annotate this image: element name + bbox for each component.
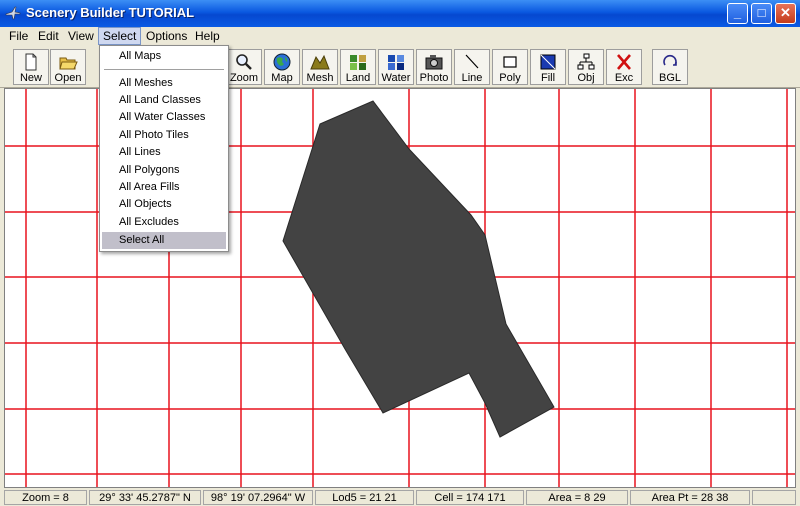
water-icon [388, 55, 404, 70]
exc-button[interactable]: Exc [606, 49, 642, 85]
map-button[interactable]: Map [264, 49, 300, 85]
menu-options[interactable]: Options [142, 28, 191, 44]
close-button[interactable]: ✕ [775, 3, 796, 24]
menu-item-all-maps[interactable]: All Maps [102, 48, 226, 65]
mesh-icon [310, 54, 330, 70]
photo-label: Photo [419, 72, 449, 84]
menu-select[interactable]: Select [97, 27, 142, 45]
line-icon [465, 54, 479, 69]
new-label: New [19, 72, 42, 84]
status-longitude: 98° 19' 07.2964" W [203, 490, 313, 505]
airplane-icon [5, 6, 21, 20]
fill-icon [540, 54, 556, 70]
status-area-pt: Area Pt = 28 38 [630, 490, 750, 505]
camera-icon [425, 55, 443, 70]
menu-item-select-all[interactable]: Select All [102, 232, 226, 249]
menu-item-all-meshes[interactable]: All Meshes [102, 75, 226, 92]
polygon-icon [503, 56, 517, 68]
window-title: Scenery Builder TUTORIAL [26, 5, 195, 20]
menu-item-all-objects[interactable]: All Objects [102, 196, 226, 213]
zoom-button[interactable]: Zoom [226, 49, 262, 85]
maximize-button[interactable]: □ [751, 3, 772, 24]
mesh-button[interactable]: Mesh [302, 49, 338, 85]
mesh-label: Mesh [306, 72, 334, 84]
line-button[interactable]: Line [454, 49, 490, 85]
menu-view[interactable]: View [64, 28, 98, 44]
water-label: Water [381, 72, 411, 84]
menu-item-all-water-classes[interactable]: All Water Classes [102, 109, 226, 126]
menu-item-all-lines[interactable]: All Lines [102, 144, 226, 161]
menu-item-all-area-fills[interactable]: All Area Fills [102, 179, 226, 196]
status-bar: Zoom = 8 29° 33' 45.2787" N 98° 19' 07.2… [0, 488, 800, 506]
map-label: Map [271, 72, 293, 84]
land-button[interactable]: Land [340, 49, 376, 85]
open-button[interactable]: Open [50, 49, 86, 85]
status-area: Area = 8 29 [526, 490, 628, 505]
poly-button[interactable]: Poly [492, 49, 528, 85]
obj-label: Obj [577, 72, 595, 84]
land-label: Land [345, 72, 371, 84]
status-lod5: Lod5 = 21 21 [315, 490, 414, 505]
new-button[interactable]: New [13, 49, 49, 85]
menu-file[interactable]: File [5, 28, 32, 44]
open-label: Open [54, 72, 82, 84]
magnifier-icon [236, 54, 252, 70]
water-button[interactable]: Water [378, 49, 414, 85]
fill-button[interactable]: Fill [530, 49, 566, 85]
bgl-button[interactable]: BGL [652, 49, 688, 85]
status-cell-id: Cell = 174 171 [416, 490, 524, 505]
title-bar: Scenery Builder TUTORIAL _ □ ✕ [0, 0, 800, 27]
menu-item-all-photo-tiles[interactable]: All Photo Tiles [102, 127, 226, 144]
photo-button[interactable]: Photo [416, 49, 452, 85]
fill-label: Fill [540, 72, 556, 84]
menu-edit[interactable]: Edit [34, 28, 63, 44]
poly-label: Poly [499, 72, 521, 84]
exclude-icon [617, 54, 631, 70]
status-latitude: 29° 33' 45.2787" N [89, 490, 201, 505]
land-icon [350, 55, 366, 70]
exc-label: Exc [614, 72, 634, 84]
minimize-button[interactable]: _ [727, 3, 748, 24]
menu-help[interactable]: Help [191, 28, 224, 44]
object-icon [577, 53, 595, 70]
polygon-shape[interactable] [282, 100, 555, 438]
menu-item-all-land-classes[interactable]: All Land Classes [102, 92, 226, 109]
line-label: Line [461, 72, 483, 84]
new-file-icon [25, 53, 37, 71]
select-dropdown: All Maps All Meshes All Land Classes All… [99, 45, 229, 252]
obj-button[interactable]: Obj [568, 49, 604, 85]
globe-icon [273, 53, 291, 71]
bgl-label: BGL [658, 72, 681, 84]
menu-bar: File Edit View Select Options Help [0, 27, 800, 45]
status-zoom: Zoom = 8 [4, 490, 87, 505]
menu-item-all-polygons[interactable]: All Polygons [102, 162, 226, 179]
status-resize-grip[interactable] [752, 490, 796, 505]
open-folder-icon [59, 57, 78, 70]
menu-item-all-excludes[interactable]: All Excludes [102, 214, 226, 231]
compile-icon [663, 54, 677, 66]
menu-separator [104, 69, 224, 70]
zoom-label: Zoom [229, 72, 259, 84]
